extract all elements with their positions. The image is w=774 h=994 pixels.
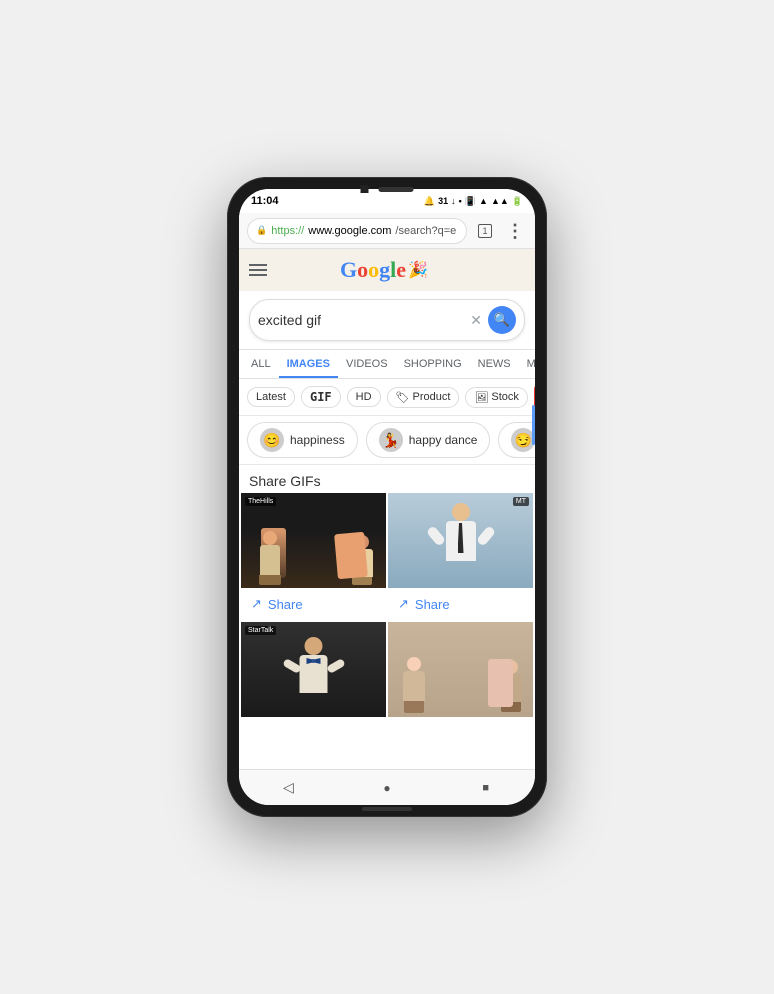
bottom-speaker xyxy=(362,807,412,811)
gif-source-label-2: MT xyxy=(513,497,529,506)
gif-image-3: StarTalk xyxy=(241,622,386,717)
back-icon: ◁ xyxy=(283,779,294,796)
home-button[interactable]: ● xyxy=(371,772,403,804)
gif-source-label-1: TheHills xyxy=(245,497,276,506)
google-logo: Google 🎉 xyxy=(340,257,428,283)
url-path: /search?q=e xyxy=(395,225,456,237)
search-query-text: excited gif xyxy=(258,312,470,328)
suggestion-row: 😊 happiness 💃 happy dance 😏 sarcasti xyxy=(239,416,535,465)
share-button-2[interactable]: ↗ Share xyxy=(388,588,533,620)
filter-product-label: Product xyxy=(413,391,451,403)
dot-indicator: • xyxy=(459,196,462,206)
hamburger-menu[interactable] xyxy=(249,261,267,279)
calendar-icon: 31 xyxy=(438,196,448,206)
gif-scene-2 xyxy=(388,493,533,588)
tab-videos[interactable]: VIDEOS xyxy=(338,350,396,378)
gif-image-4 xyxy=(388,622,533,717)
share-label-1: Share xyxy=(268,597,303,612)
filter-gif[interactable]: GIF xyxy=(301,386,341,408)
search-box[interactable]: excited gif ✕ 🔍 xyxy=(239,291,535,350)
doodle-icon: 🎉 xyxy=(408,260,428,280)
suggestion-happiness[interactable]: 😊 happiness xyxy=(247,422,358,458)
notification-icon: 🔔 xyxy=(424,196,435,207)
gif-image-1: TheHills xyxy=(241,493,386,588)
filter-row: Latest GIF HD 🏷 Product 🖼 Stock xyxy=(239,379,535,416)
tab-all[interactable]: ALL xyxy=(243,350,279,378)
search-submit-button[interactable]: 🔍 xyxy=(488,306,516,334)
tab-shopping[interactable]: SHOPPING xyxy=(396,350,470,378)
gif-item-4[interactable] xyxy=(388,622,533,717)
suggestion-happiness-label: happiness xyxy=(290,433,345,447)
gif-scene-4 xyxy=(388,622,533,717)
gif-item-3[interactable]: StarTalk xyxy=(241,622,386,717)
bottom-nav: ◁ ● ■ xyxy=(239,769,535,805)
gif-scene-3 xyxy=(241,622,386,717)
tab-counter-button[interactable]: 1 xyxy=(473,219,497,243)
happy-dance-avatar: 💃 xyxy=(379,428,403,452)
recents-button[interactable]: ■ xyxy=(470,772,502,804)
happiness-avatar: 😊 xyxy=(260,428,284,452)
recents-icon: ■ xyxy=(482,782,489,794)
filter-stock[interactable]: 🖼 Stock xyxy=(465,387,527,408)
bottom-padding xyxy=(239,717,535,733)
suggestion-sarcastic[interactable]: 😏 sarcasti xyxy=(498,422,535,458)
tab-images[interactable]: IMAGES xyxy=(279,350,338,378)
browser-content[interactable]: Google 🎉 excited gif ✕ 🔍 xyxy=(239,249,535,769)
url-bar[interactable]: 🔒 https:// www.google.com /search?q=e 1 … xyxy=(239,213,535,249)
suggestion-happy-dance[interactable]: 💃 happy dance xyxy=(366,422,491,458)
vibrate-icon: 📳 xyxy=(465,196,476,207)
gif-item-2[interactable]: MT ↗ Share xyxy=(388,493,533,620)
share-icon-1: ↗ xyxy=(251,596,262,612)
phone-frame: 11:04 🔔 31 ↓ • 📳 ▲ ▲▲ 🔋 🔒 https:// www.g… xyxy=(227,177,547,817)
signal-icon: ▲▲ xyxy=(491,196,509,206)
gif-scene-1 xyxy=(241,493,386,588)
back-button[interactable]: ◁ xyxy=(272,772,304,804)
lock-icon: 🔒 xyxy=(256,225,267,236)
filter-hd-label: HD xyxy=(356,391,372,403)
wifi-icon: ▲ xyxy=(479,196,488,206)
filter-hd[interactable]: HD xyxy=(347,387,381,407)
status-icons: 🔔 31 ↓ • 📳 ▲ ▲▲ 🔋 xyxy=(424,196,523,207)
tab-news[interactable]: NEWS xyxy=(470,350,519,378)
gif-item-1[interactable]: TheHills ↗ Share xyxy=(241,493,386,620)
suggestion-happy-dance-label: happy dance xyxy=(409,433,478,447)
url-field[interactable]: 🔒 https:// www.google.com /search?q=e xyxy=(247,218,467,244)
search-icon: 🔍 xyxy=(494,312,510,328)
google-header: Google 🎉 xyxy=(239,249,535,291)
url-actions: 1 ⋮ xyxy=(473,219,527,243)
url-domain: www.google.com xyxy=(308,225,391,237)
gif-row-2: StarTalk xyxy=(241,622,533,717)
share-button-1[interactable]: ↗ Share xyxy=(241,588,386,620)
share-label-2: Share xyxy=(415,597,450,612)
scroll-indicator xyxy=(532,405,535,445)
gif-image-2: MT xyxy=(388,493,533,588)
search-input-row[interactable]: excited gif ✕ 🔍 xyxy=(249,299,525,341)
filter-product[interactable]: 🏷 Product xyxy=(387,387,460,408)
nav-tabs: ALL IMAGES VIDEOS SHOPPING NEWS MA xyxy=(239,350,535,379)
filter-latest[interactable]: Latest xyxy=(247,387,295,407)
tag-icon: 🏷 xyxy=(396,391,410,404)
tab-more[interactable]: MA xyxy=(519,350,535,378)
menu-button[interactable]: ⋮ xyxy=(503,219,527,243)
filter-latest-label: Latest xyxy=(256,391,286,403)
status-time: 11:04 xyxy=(251,195,279,207)
gif-source-label-3: StarTalk xyxy=(245,626,276,635)
search-clear-button[interactable]: ✕ xyxy=(470,312,482,329)
download-icon: ↓ xyxy=(451,196,456,206)
battery-icon: 🔋 xyxy=(512,196,523,207)
home-icon: ● xyxy=(383,781,390,795)
gif-row-1: TheHills ↗ Share xyxy=(241,493,533,620)
image-icon: 🖼 xyxy=(474,391,488,404)
url-protocol: https:// xyxy=(271,225,304,237)
phone-screen: 11:04 🔔 31 ↓ • 📳 ▲ ▲▲ 🔋 🔒 https:// www.g… xyxy=(239,189,535,805)
share-icon-2: ↗ xyxy=(398,596,409,612)
filter-gif-label: GIF xyxy=(310,390,332,404)
filter-stock-label: Stock xyxy=(491,391,519,403)
share-gifs-title: Share GIFs xyxy=(239,465,535,493)
